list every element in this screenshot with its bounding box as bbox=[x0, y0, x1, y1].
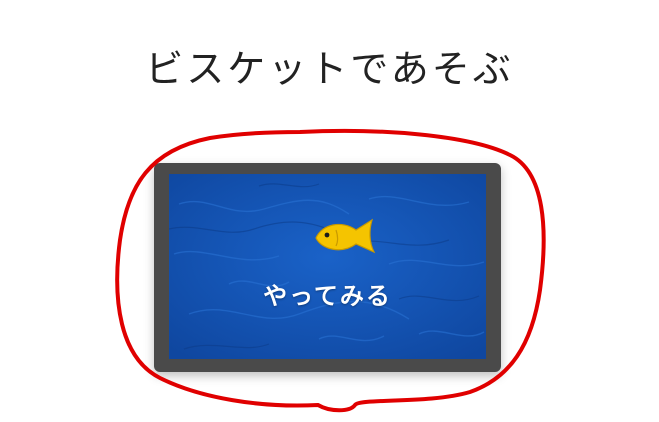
clay-texture-background bbox=[169, 174, 486, 359]
page: ビスケットであそぶ やってみる bbox=[0, 0, 659, 422]
fish-icon bbox=[315, 218, 376, 254]
try-it-label: やってみる bbox=[263, 282, 392, 310]
try-it-card[interactable]: やってみる bbox=[169, 174, 486, 359]
page-title: ビスケットであそぶ bbox=[145, 47, 514, 91]
tablet-frame[interactable]: やってみる bbox=[154, 163, 501, 372]
